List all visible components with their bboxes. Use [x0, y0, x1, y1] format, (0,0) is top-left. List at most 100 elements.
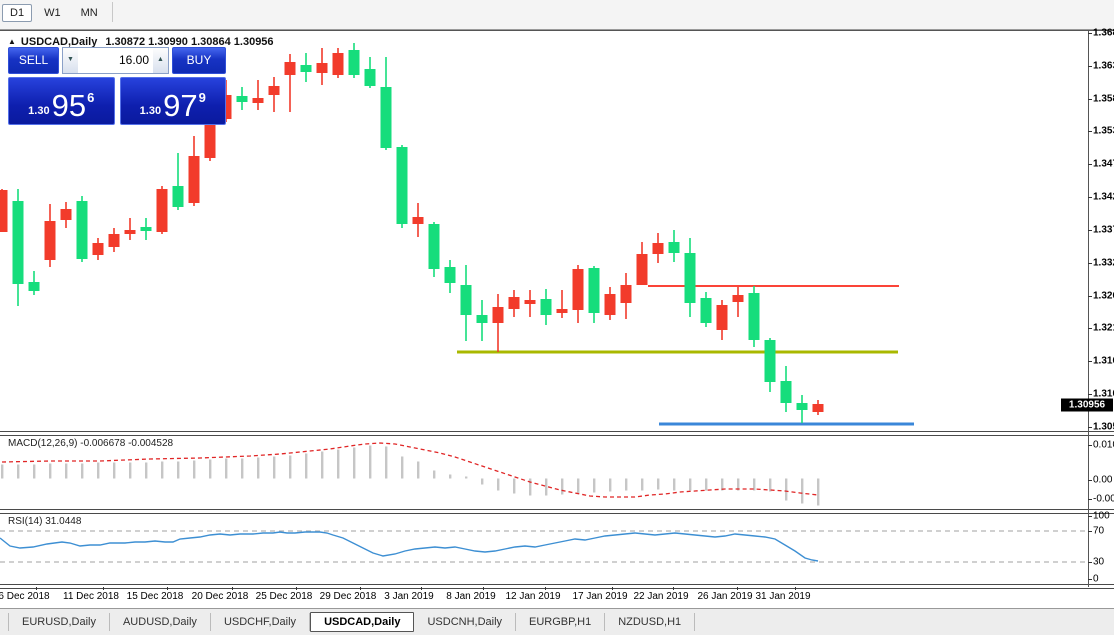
price-axis-label: 1.30565 — [1093, 422, 1114, 433]
macd-histogram-bar — [545, 479, 547, 496]
price-axis-label: 1.32680 — [1093, 291, 1114, 302]
chart-tab-usdcad[interactable]: USDCAD,Daily — [310, 612, 414, 632]
macd-histogram-bar — [129, 463, 131, 479]
sell-button[interactable]: SELL — [8, 47, 59, 74]
date-axis-tick — [103, 587, 104, 590]
price-axis-label: 1.33730 — [1093, 225, 1114, 236]
current-price-badge: 1.30956 — [1061, 399, 1113, 412]
chart-tabs-bar: EURUSD,DailyAUDUSD,DailyUSDCHF,DailyUSDC… — [0, 608, 1114, 635]
candle-body — [13, 201, 24, 284]
macd-histogram-bar — [641, 479, 643, 491]
rsi-axis-label: 70 — [1093, 526, 1104, 537]
date-axis-tick — [167, 587, 168, 590]
candle-body — [29, 282, 40, 291]
macd-histogram-bar — [321, 452, 323, 479]
candle-body — [525, 300, 536, 304]
macd-histogram-bar — [609, 479, 611, 492]
buy-price-tile[interactable]: 1.30 97 9 — [120, 77, 227, 125]
macd-histogram-bar — [289, 456, 291, 479]
macd-signal-line — [2, 443, 818, 497]
separator-macd-rsi[interactable] — [0, 509, 1114, 514]
date-axis-tick — [673, 587, 674, 590]
macd-label: MACD(12,26,9) -0.006678 -0.004528 — [8, 438, 173, 449]
candle-body — [813, 404, 824, 412]
rsi-axis-tick — [1088, 531, 1092, 532]
date-axis-tick — [545, 587, 546, 590]
sell-price-tile[interactable]: 1.30 95 6 — [8, 77, 115, 125]
price-axis-label: 1.34255 — [1093, 192, 1114, 203]
candle-body — [285, 62, 296, 75]
chart-tab-eurgbp[interactable]: EURGBP,H1 — [516, 613, 605, 631]
date-axis-label: 15 Dec 2018 — [127, 591, 184, 602]
rsi-axis-label: 30 — [1093, 557, 1104, 568]
macd-histogram-bar — [193, 461, 195, 479]
price-axis-tick — [1088, 131, 1092, 132]
price-axis-tick — [1088, 164, 1092, 165]
macd-histogram-bar — [65, 464, 67, 479]
date-axis-tick — [232, 587, 233, 590]
volume-spinner-up-icon[interactable]: ▲ — [153, 48, 168, 73]
chart-tab-eurusd[interactable]: EURUSD,Daily — [8, 613, 110, 631]
candle-body — [157, 189, 168, 232]
candle-body — [269, 86, 280, 95]
price-axis-tick — [1088, 394, 1092, 395]
macd-histogram-bar — [465, 477, 467, 479]
macd-axis-label: -0.007498 — [1093, 494, 1114, 505]
buy-price-point: 9 — [199, 90, 206, 105]
candle-body — [365, 69, 376, 86]
candle-body — [141, 227, 152, 231]
price-axis-label: 1.32140 — [1093, 323, 1114, 334]
candle-body — [765, 340, 776, 382]
candle-body — [253, 98, 264, 103]
chart-tab-audusd[interactable]: AUDUSD,Daily — [110, 613, 211, 631]
macd-histogram-bar — [593, 479, 595, 493]
macd-histogram-bar — [513, 479, 515, 494]
chart-tab-usdcnh[interactable]: USDCNH,Daily — [414, 613, 516, 631]
date-axis-label: 25 Dec 2018 — [256, 591, 313, 602]
macd-axis-tick — [1088, 480, 1092, 481]
price-axis-tick — [1088, 66, 1092, 67]
date-axis-tick — [483, 587, 484, 590]
candle-body — [93, 243, 104, 255]
macd-histogram-bar — [577, 479, 579, 494]
macd-histogram-bar — [161, 462, 163, 479]
macd-histogram-bar — [305, 454, 307, 479]
macd-histogram-bar — [369, 446, 371, 479]
sell-price-pips: 95 — [52, 91, 86, 121]
candle-body — [477, 315, 488, 323]
candle-body — [333, 53, 344, 75]
candle-body — [557, 309, 568, 313]
collapse-icon[interactable]: ▲ — [8, 37, 16, 46]
price-axis-tick — [1088, 263, 1092, 264]
candle-body — [493, 307, 504, 323]
volume-dropdown-icon[interactable]: ▼ — [63, 48, 78, 73]
macd-histogram-bar — [785, 479, 787, 501]
candle-body — [749, 293, 760, 340]
chart-tab-usdchf[interactable]: USDCHF,Daily — [211, 613, 310, 631]
date-axis-label: 20 Dec 2018 — [192, 591, 249, 602]
volume-input[interactable]: 16.00 — [78, 48, 153, 73]
macd-histogram-bar — [49, 464, 51, 479]
macd-histogram-bar — [449, 475, 451, 479]
price-axis-label: 1.35320 — [1093, 126, 1114, 137]
macd-histogram-bar — [497, 479, 499, 491]
macd-histogram-bar — [241, 459, 243, 479]
rsi-axis-tick — [1088, 579, 1092, 580]
macd-histogram-bar — [817, 479, 819, 506]
macd-histogram-bar — [481, 479, 483, 485]
candle-body — [237, 96, 248, 102]
buy-price-base: 1.30 — [140, 105, 161, 117]
macd-axis-tick — [1088, 445, 1092, 446]
chart-tab-nzdusd[interactable]: NZDUSD,H1 — [605, 613, 695, 631]
separator-main-macd[interactable] — [0, 431, 1114, 436]
buy-button[interactable]: BUY — [172, 47, 226, 74]
macd-histogram-bar — [113, 463, 115, 479]
rsi-label: RSI(14) 31.0448 — [8, 516, 81, 527]
candle-body — [45, 221, 56, 260]
buy-price-pips: 97 — [163, 91, 197, 121]
price-axis-label: 1.31615 — [1093, 356, 1114, 367]
macd-histogram-bar — [529, 479, 531, 496]
macd-histogram-bar — [433, 471, 435, 479]
macd-histogram-bar — [209, 460, 211, 479]
candle-body — [797, 403, 808, 410]
